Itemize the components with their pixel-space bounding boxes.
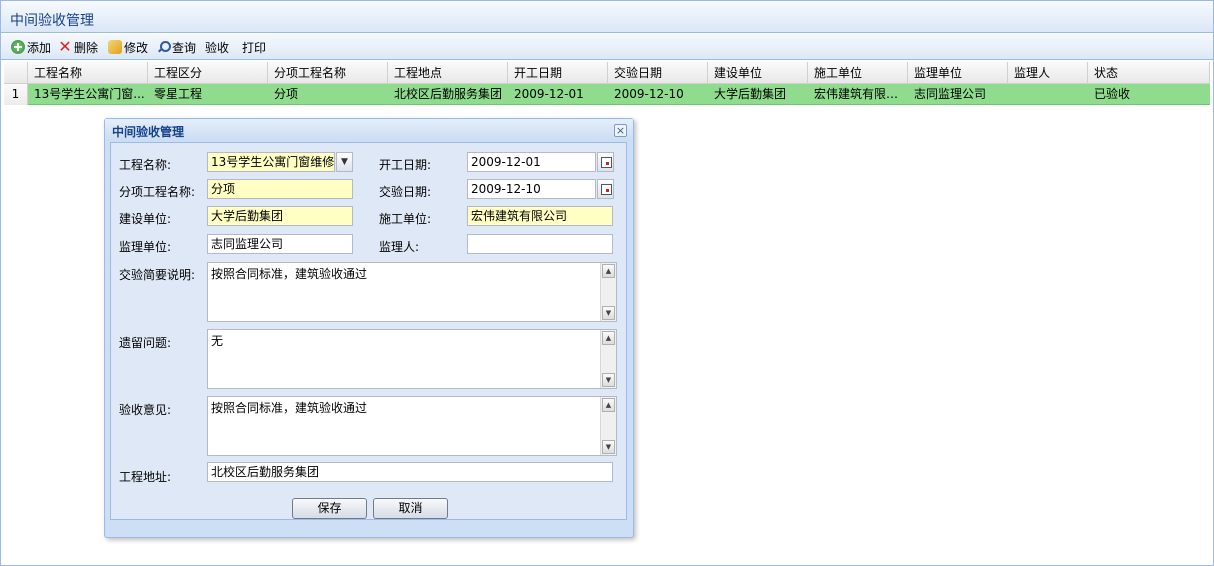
- table-cell: 2009-12-10: [614, 87, 684, 101]
- column-header[interactable]: 施工单位: [808, 62, 908, 84]
- edit-label: 修改: [124, 40, 149, 55]
- scrollbar[interactable]: ▲ ▼: [600, 263, 616, 321]
- column-header[interactable]: 监理单位: [908, 62, 1008, 84]
- builder-label: 建设单位:: [119, 212, 172, 226]
- delete-label: 删除: [74, 40, 99, 55]
- table-cell: 志同监理公司: [914, 87, 987, 101]
- scrollbar[interactable]: ▲ ▼: [600, 330, 616, 388]
- issues-text: 无: [211, 334, 224, 348]
- query-label: 查询: [172, 40, 197, 55]
- column-header[interactable]: 监理人: [1008, 62, 1088, 84]
- table-cell: 北校区后勤服务集团: [394, 87, 503, 101]
- accept-label: 验收: [205, 40, 230, 55]
- sub-project-field[interactable]: 分项: [207, 179, 353, 199]
- add-icon: [11, 40, 25, 54]
- table-cell: [1008, 84, 1088, 105]
- page-title: 中间验收管理: [10, 13, 94, 29]
- opinion-label: 验收意见:: [119, 403, 172, 417]
- column-header[interactable]: 开工日期: [508, 62, 608, 84]
- handover-date-field[interactable]: 2009-12-10: [467, 179, 596, 199]
- issues-label: 遗留问题:: [119, 336, 172, 350]
- add-button[interactable]: 添加: [11, 38, 51, 56]
- scroll-up-icon[interactable]: ▲: [602, 264, 615, 278]
- edit-icon: [108, 40, 122, 54]
- summary-textarea[interactable]: 按照合同标准，建筑验收通过 ▲ ▼: [207, 262, 617, 322]
- calendar-icon[interactable]: [597, 152, 614, 172]
- opinion-textarea[interactable]: 按照合同标准，建筑验收通过 ▲ ▼: [207, 396, 617, 456]
- table-cell: 2009-12-01: [514, 87, 584, 101]
- calendar-icon[interactable]: [597, 179, 614, 199]
- query-button[interactable]: 查询: [156, 38, 196, 56]
- column-header[interactable]: 建设单位: [708, 62, 808, 84]
- address-label: 工程地址:: [119, 470, 172, 484]
- project-name-label: 工程名称:: [119, 158, 172, 172]
- edit-button[interactable]: 修改: [108, 38, 148, 56]
- constructor-label: 施工单位:: [379, 212, 432, 226]
- sub-project-label: 分项工程名称:: [119, 185, 196, 199]
- column-header[interactable]: 工程名称: [28, 62, 148, 84]
- address-field[interactable]: 北校区后勤服务集团: [207, 462, 613, 482]
- supervisor-field[interactable]: [467, 234, 613, 254]
- save-button[interactable]: 保存: [292, 498, 367, 519]
- table-cell: 零星工程: [154, 87, 203, 101]
- summary-label: 交验简要说明:: [119, 268, 196, 282]
- scroll-down-icon[interactable]: ▼: [602, 306, 615, 320]
- table-cell: 已验收: [1094, 87, 1131, 101]
- grid-header: 工程名称 工程区分 分项工程名称 工程地点 开工日期 交验日期 建设单位 施工单…: [4, 62, 1210, 84]
- dialog-form: 工程名称: 13号学生公寓门窗维修 ▼ 开工日期: 2009-12-01 分项工…: [110, 142, 627, 520]
- row-number: 1: [4, 84, 28, 105]
- project-name-combo[interactable]: 13号学生公寓门窗维修: [207, 152, 335, 172]
- close-icon[interactable]: ×: [614, 124, 627, 137]
- handover-date-label: 交验日期:: [379, 185, 432, 199]
- supervisor-label: 监理人:: [379, 240, 420, 254]
- table-cell: 13号学生公寓门窗...: [34, 87, 145, 101]
- constructor-field[interactable]: 宏伟建筑有限公司: [467, 206, 613, 226]
- issues-textarea[interactable]: 无 ▲ ▼: [207, 329, 617, 389]
- column-header[interactable]: 分项工程名称: [268, 62, 388, 84]
- add-label: 添加: [27, 40, 52, 55]
- opinion-text: 按照合同标准，建筑验收通过: [211, 401, 368, 415]
- start-date-field[interactable]: 2009-12-01: [467, 152, 596, 172]
- cancel-button[interactable]: 取消: [373, 498, 448, 519]
- accept-button[interactable]: 验收: [205, 38, 229, 56]
- delete-icon: ✕: [58, 37, 72, 56]
- print-label: 打印: [242, 40, 267, 55]
- table-row[interactable]: 1 13号学生公寓门窗... 零星工程 分项 北校区后勤服务集团 2009-12…: [4, 84, 1210, 105]
- column-header[interactable]: 工程区分: [148, 62, 268, 84]
- dialog-header: 中间验收管理 ×: [105, 119, 633, 141]
- start-date-label: 开工日期:: [379, 158, 432, 172]
- scroll-up-icon[interactable]: ▲: [602, 398, 615, 412]
- dialog-title: 中间验收管理: [112, 125, 185, 139]
- scrollbar[interactable]: ▲ ▼: [600, 397, 616, 455]
- summary-text: 按照合同标准，建筑验收通过: [211, 267, 368, 281]
- column-header[interactable]: 工程地点: [388, 62, 508, 84]
- toolbar: 添加 ✕ 删除 修改 查询 验收 打印: [1, 34, 1213, 60]
- scroll-down-icon[interactable]: ▼: [602, 373, 615, 387]
- table-cell: 宏伟建筑有限公...: [814, 87, 908, 101]
- chevron-down-icon[interactable]: ▼: [336, 152, 353, 172]
- search-icon: [156, 40, 171, 54]
- builder-field[interactable]: 大学后勤集团: [207, 206, 353, 226]
- column-header-rownum: [4, 62, 28, 84]
- scroll-up-icon[interactable]: ▲: [602, 331, 615, 345]
- scroll-down-icon[interactable]: ▼: [602, 440, 615, 454]
- table-cell: 大学后勤集团: [714, 87, 787, 101]
- delete-button[interactable]: ✕ 删除: [58, 38, 98, 56]
- column-header[interactable]: 交验日期: [608, 62, 708, 84]
- acceptance-dialog: 中间验收管理 × 工程名称: 13号学生公寓门窗维修 ▼ 开工日期: 2009-…: [104, 118, 634, 538]
- supervisor-unit-field[interactable]: 志同监理公司: [207, 234, 353, 254]
- panel-header: 中间验收管理: [1, 1, 1213, 33]
- column-header[interactable]: 状态: [1088, 62, 1210, 84]
- table-cell: 分项: [274, 87, 299, 101]
- supervisor-unit-label: 监理单位:: [119, 240, 172, 254]
- print-button[interactable]: 打印: [242, 38, 266, 56]
